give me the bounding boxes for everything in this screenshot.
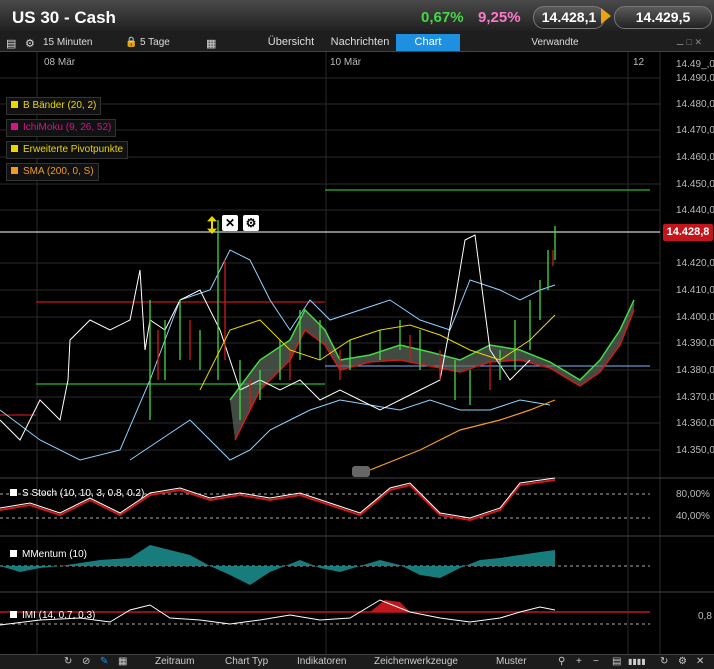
bid-price-button[interactable]: 14.428,1 — [533, 6, 605, 29]
color-swatch — [10, 489, 17, 496]
tab-uebersicht[interactable]: Übersicht — [258, 34, 324, 51]
y-label: 14.420,0 — [676, 258, 714, 269]
interval-select[interactable]: 15 Minuten — [43, 37, 92, 48]
color-swatch — [10, 611, 17, 618]
indikatoren-button[interactable]: Indikatoren — [297, 656, 346, 667]
indicator-ichimoku[interactable]: IchiMoku (9, 26, 52) — [6, 119, 117, 137]
x-label: 10 Mär — [330, 57, 362, 68]
indicator-sma[interactable]: SMA (200, 0, S) — [6, 163, 99, 181]
tab-verwandte[interactable]: Verwandte — [522, 34, 588, 51]
instrument-title: US 30 - Cash — [12, 8, 116, 27]
tab-chart[interactable]: Chart — [396, 34, 460, 51]
zeitraum-button[interactable]: Zeitraum — [155, 656, 194, 667]
imi-label[interactable]: IMI (14, 0.7, 0.3) — [10, 610, 95, 621]
muster-button[interactable]: Muster — [496, 656, 527, 667]
momentum-label-text: MMentum (10) — [22, 549, 88, 560]
y-label: 14.370,0 — [676, 392, 714, 403]
price-arrow-icon — [601, 8, 611, 24]
zoom-out-icon[interactable]: − — [593, 656, 599, 667]
tab-nachrichten[interactable]: Nachrichten — [326, 34, 394, 51]
y-label: 14.390,0 — [676, 338, 714, 349]
imi-label-text: IMI (14, 0.7, 0.3) — [22, 610, 96, 621]
indicator-bollinger[interactable]: B Bänder (20, 2) — [6, 97, 102, 115]
current-price-tag: 14.428,8 — [663, 224, 713, 241]
indicator-pivot[interactable]: Erweiterte Pivotpunkte — [6, 141, 129, 159]
refresh-icon[interactable]: ↻ — [660, 656, 668, 667]
title-bar: US 30 - Cash 0,67% 9,25% 14.428,1 14.429… — [0, 0, 714, 35]
y-label: 14.380,0 — [676, 365, 714, 376]
grid-icon[interactable]: ▦ — [118, 656, 127, 667]
y-label: 14.400,0 — [676, 312, 714, 323]
x-label: 08 Mär — [44, 57, 76, 68]
bars-icon[interactable]: ▮▮▮▮ — [628, 657, 646, 666]
zoom-icon[interactable]: ⚲ — [558, 656, 565, 667]
block-icon[interactable]: ⊘ — [82, 656, 90, 667]
range-select[interactable]: 5 Tage — [140, 37, 170, 48]
gear-icon[interactable]: ⚙ — [243, 215, 259, 231]
y-label: 14.490,0 — [676, 73, 714, 84]
color-swatch — [11, 123, 18, 130]
y-label: 14.460,0 — [676, 152, 714, 163]
lock-icon: 🔒 — [125, 37, 138, 48]
zoom-in-icon[interactable]: + — [576, 656, 582, 667]
y-label: 14.450,0 — [676, 179, 714, 190]
y-label: 40,00% — [676, 511, 710, 522]
ask-price: 14.429,5 — [635, 9, 691, 25]
calendar-icon[interactable]: ▦ — [206, 37, 216, 50]
bid-price: 14.428,1 — [541, 9, 597, 25]
close-icon[interactable]: ✕ — [696, 656, 704, 667]
window-controls[interactable]: ⚊ □ ✕ — [676, 37, 702, 48]
x-label: 12 — [633, 57, 645, 68]
color-swatch — [11, 167, 18, 174]
indicator-label: IchiMoku (9, 26, 52) — [23, 122, 112, 133]
y-label: 80,00% — [676, 489, 710, 500]
stoch-label-text: S Stoch (10, 10, 3, 0.8, 0.2) — [22, 488, 145, 499]
y-label: 14.350,0 — [676, 445, 714, 456]
close-icon[interactable]: ✕ — [222, 215, 238, 231]
layout-icon[interactable]: ▤ — [612, 656, 621, 667]
menu-icon[interactable]: ▤ — [6, 37, 16, 50]
settings-icon[interactable]: ⚙ — [678, 656, 687, 667]
zeichenwerkzeuge-button[interactable]: Zeichenwerkzeuge — [374, 656, 458, 667]
y-label: 14.49_,0 — [676, 59, 714, 70]
y-label: 0,8 — [698, 611, 712, 622]
chart-toolbar: ▤ ⚙ 15 Minuten 🔒 5 Tage ▦ Übersicht Nach… — [0, 34, 714, 52]
y-label: 14.360,0 — [676, 418, 714, 429]
gear-icon[interactable]: ⚙ — [25, 37, 35, 50]
y-label: 14.470,0 — [676, 125, 714, 136]
y-label: 14.480,0 — [676, 99, 714, 110]
y-label: 14.410,0 — [676, 285, 714, 296]
change-percent: 9,25% — [478, 9, 521, 26]
indicator-label: Erweiterte Pivotpunkte — [23, 144, 124, 155]
bottom-toolbar: ↻ ⊘ ✎ ▦ Zeitraum Chart Typ Indikatoren Z… — [0, 654, 714, 669]
charttyp-button[interactable]: Chart Typ — [225, 656, 268, 667]
change-value: 0,67% — [421, 9, 464, 26]
refresh-icon[interactable]: ↻ — [64, 656, 72, 667]
pencil-icon[interactable]: ✎ — [100, 656, 108, 667]
y-label: 14.440,0 — [676, 205, 714, 216]
indicator-label: SMA (200, 0, S) — [23, 166, 94, 177]
color-swatch — [11, 101, 18, 108]
indicator-label: B Bänder (20, 2) — [23, 100, 97, 111]
momentum-label[interactable]: MMentum (10) — [10, 549, 87, 560]
color-swatch — [11, 145, 18, 152]
color-swatch — [10, 550, 17, 557]
stoch-label[interactable]: S Stoch (10, 10, 3, 0.8, 0.2) — [10, 488, 144, 499]
ask-price-button[interactable]: 14.429,5 — [614, 6, 712, 29]
